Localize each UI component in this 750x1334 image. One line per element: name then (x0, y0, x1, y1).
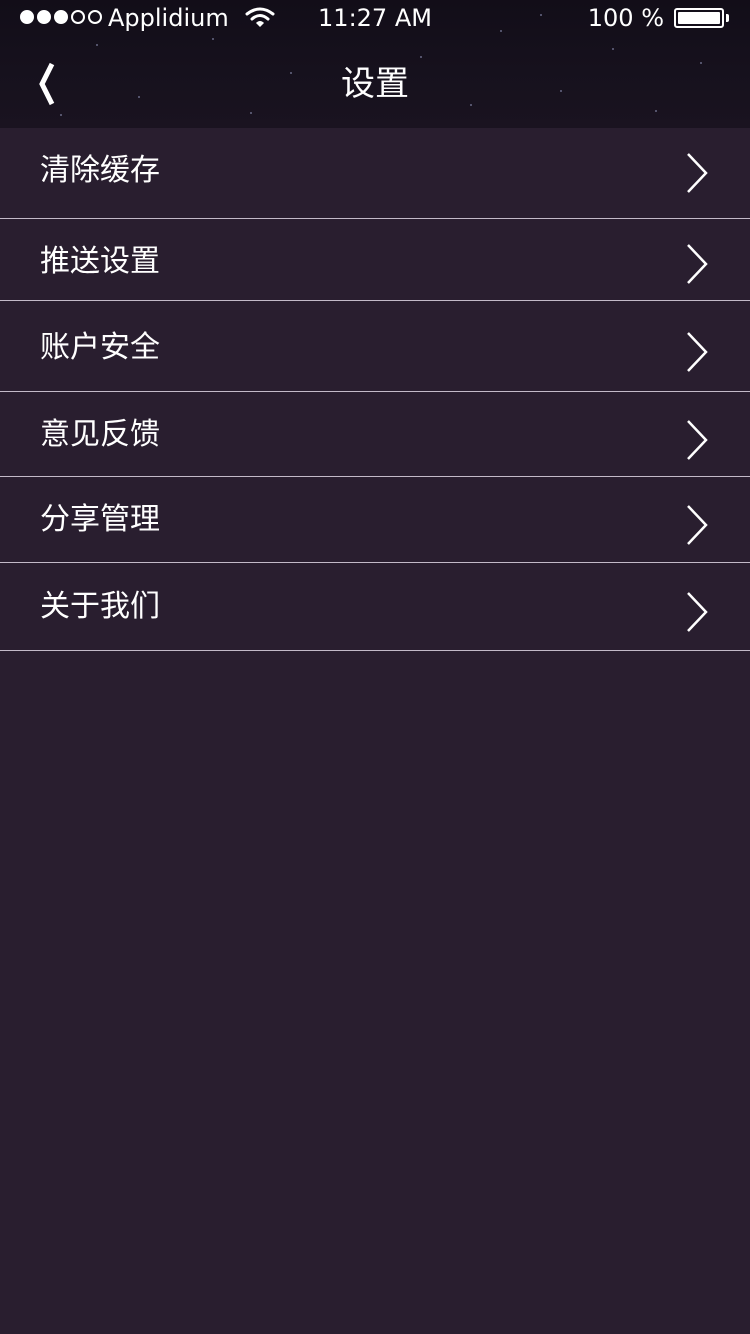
menu-item-feedback[interactable]: 意见反馈 (0, 392, 750, 477)
menu-item-account-security[interactable]: 账户安全 (0, 301, 750, 392)
menu-item-share-management[interactable]: 分享管理 (0, 477, 750, 563)
menu-item-label: 关于我们 (40, 589, 160, 624)
battery-icon (674, 8, 724, 28)
menu-item-label: 推送设置 (40, 244, 160, 279)
chevron-right-icon (687, 244, 708, 284)
navigation-bar: 设置 (0, 40, 750, 128)
menu-item-label: 清除缓存 (40, 153, 160, 188)
settings-screen: Applidium 11:27 AM 100 % 设置 清除缓存 推送设置 账户… (0, 0, 750, 1334)
header-background: Applidium 11:27 AM 100 % 设置 (0, 0, 750, 128)
settings-menu: 清除缓存 推送设置 账户安全 意见反馈 分享管理 关于我们 (0, 128, 750, 651)
status-bar: Applidium 11:27 AM 100 % (0, 0, 750, 40)
chevron-right-icon (687, 505, 708, 545)
chevron-right-icon (687, 153, 708, 193)
menu-item-about-us[interactable]: 关于我们 (0, 563, 750, 651)
battery-percentage: 100 % (587, 4, 664, 32)
menu-item-label: 意见反馈 (40, 417, 160, 452)
menu-item-label: 分享管理 (40, 502, 160, 537)
chevron-right-icon (687, 420, 708, 460)
chevron-right-icon (687, 592, 708, 632)
battery-tip (726, 14, 729, 22)
chevron-right-icon (687, 332, 708, 372)
menu-item-label: 账户安全 (40, 330, 160, 365)
menu-item-push-settings[interactable]: 推送设置 (0, 219, 750, 301)
page-title: 设置 (341, 64, 409, 104)
menu-item-clear-cache[interactable]: 清除缓存 (0, 128, 750, 219)
